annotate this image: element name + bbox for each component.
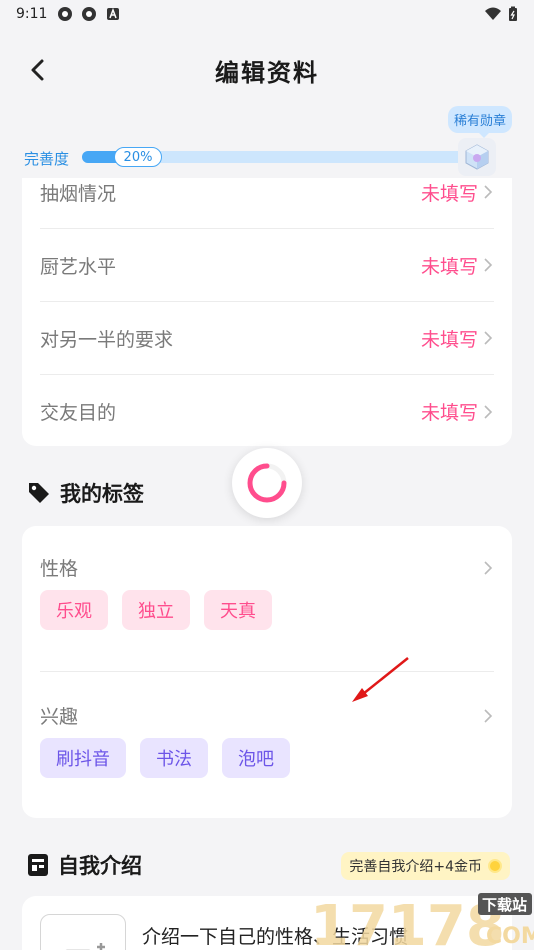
medal-cube-icon: [465, 144, 489, 170]
watermark-number: 17178: [310, 894, 505, 950]
app-icon: [107, 7, 120, 20]
progress-percent: 20%: [114, 147, 162, 167]
battery-icon: [509, 6, 517, 21]
loading-spinner-icon: [247, 463, 287, 503]
page-header: 编辑资料: [0, 40, 534, 100]
row-value: 未填写: [420, 182, 478, 205]
section-title: 我的标签: [60, 482, 144, 506]
add-photo-icon: [65, 943, 105, 950]
section-title: 自我介绍: [58, 854, 142, 878]
status-bar: 9:11: [0, 0, 534, 28]
personality-tag[interactable]: 独立: [122, 590, 190, 630]
status-time: 9:11: [16, 6, 48, 22]
watermark-domain: COM: [486, 924, 534, 949]
personality-tag[interactable]: 天真: [204, 590, 272, 630]
divider: [40, 671, 494, 672]
row-value: 未填写: [420, 328, 478, 351]
personality-tags: 乐观 独立 天真: [40, 590, 272, 630]
medal-icon[interactable]: [458, 138, 496, 176]
personality-row[interactable]: 性格: [40, 554, 494, 581]
my-tags-heading: 我的标签: [26, 478, 144, 508]
chevron-right-icon: [484, 185, 493, 199]
profile-row-dating-purpose[interactable]: 交友目的 未填写: [40, 375, 494, 446]
interest-tag[interactable]: 刷抖音: [40, 738, 126, 778]
personality-label: 性格: [40, 558, 79, 580]
notification-icon: [58, 7, 73, 21]
personality-tag[interactable]: 乐观: [40, 590, 108, 630]
chevron-right-icon: [484, 331, 493, 345]
chevron-right-icon: [484, 404, 493, 419]
profile-row-smoking[interactable]: 抽烟情况 未填写: [40, 178, 494, 229]
self-intro-heading: 自我介绍: [26, 850, 142, 880]
profile-row-cooking[interactable]: 厨艺水平 未填写: [40, 229, 494, 302]
watermark-site: 下载站: [482, 896, 527, 914]
tag-icon: [29, 483, 49, 503]
interests-label: 兴趣: [40, 706, 79, 728]
reward-text: 完善自我介绍+4金币: [349, 859, 482, 875]
chevron-right-icon: [484, 560, 493, 575]
row-value: 未填写: [420, 402, 478, 424]
add-photo-button[interactable]: [40, 914, 126, 950]
interest-tag[interactable]: 书法: [140, 738, 208, 778]
gold-reward-badge: 完善自我介绍+4金币: [341, 852, 510, 880]
back-button[interactable]: [22, 54, 54, 86]
chevron-right-icon: [484, 708, 493, 723]
tags-card: 性格 乐观 独立 天真 兴趣 刷抖音 书法 泡吧: [22, 526, 512, 818]
row-label: 对另一半的要求: [40, 328, 174, 351]
intro-icon: [28, 854, 48, 876]
profile-row-partner-requirements[interactable]: 对另一半的要求 未填写: [40, 302, 494, 375]
interests-row[interactable]: 兴趣: [40, 702, 494, 729]
coin-icon: [488, 859, 502, 873]
chevron-right-icon: [484, 258, 493, 272]
watermark-logo-icon: 17178 下载站 COM: [310, 893, 534, 950]
progress-label: 完善度: [24, 150, 70, 168]
loading-spinner: [232, 448, 302, 518]
row-label: 厨艺水平: [40, 255, 117, 278]
site-watermark: 17178 下载站 COM: [308, 885, 534, 950]
notification-icon: [82, 7, 97, 21]
profile-info-card: 抽烟情况 未填写 厨艺水平 未填写 对另一半的要求 未填写 交友目的 未填写: [22, 178, 512, 446]
row-value: 未填写: [420, 255, 478, 278]
row-label: 交友目的: [40, 402, 117, 424]
back-arrow-icon: [31, 59, 44, 81]
rare-medal-badge[interactable]: 稀有勋章: [447, 106, 512, 138]
wifi-icon: [485, 7, 501, 20]
interest-tag[interactable]: 泡吧: [222, 738, 290, 778]
interest-tags: 刷抖音 书法 泡吧: [40, 738, 290, 778]
completeness-progress: 稀有勋章 完善度 20%: [0, 104, 534, 180]
page-title: 编辑资料: [215, 58, 319, 87]
annotation-arrow-icon: [352, 657, 409, 702]
row-label: 抽烟情况: [40, 182, 117, 205]
